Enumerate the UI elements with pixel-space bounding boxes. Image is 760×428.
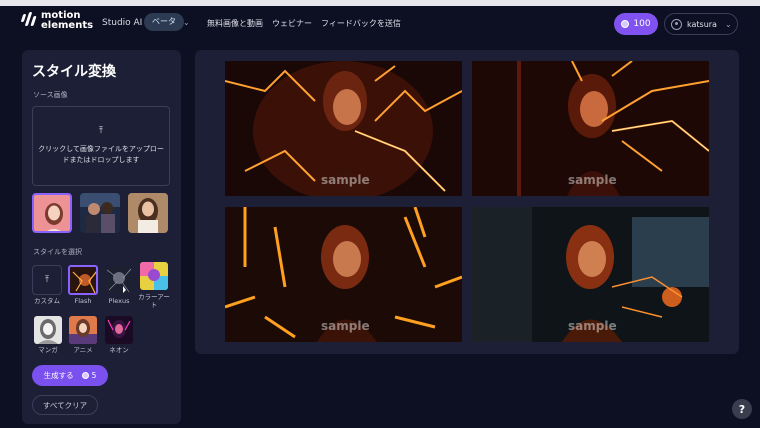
user-menu[interactable]: katsura ⌄ [664, 13, 738, 35]
motion-elements-logo[interactable]: motion elements [20, 11, 93, 31]
style-label-custom: カスタム [34, 297, 60, 305]
watermark-text: sample [321, 173, 370, 187]
select-style-label: スタイルを選択 [33, 248, 82, 256]
style-plexus[interactable] [105, 266, 133, 294]
source-thumb-woman[interactable] [128, 193, 168, 233]
coin-icon [81, 372, 89, 379]
upload-icon: ⤒ [45, 275, 49, 285]
upload-dropzone[interactable]: ⤒ クリックして画像ファイルをアップロードまたはドロップします [32, 106, 170, 186]
help-button[interactable]: ? [732, 399, 752, 419]
chevron-down-icon[interactable]: ⌄ [183, 18, 190, 27]
coin-icon [621, 20, 630, 28]
style-manga[interactable] [34, 316, 62, 344]
nav-free-images[interactable]: 無料画像と動画 [207, 18, 263, 29]
upload-instructions: クリックして画像ファイルをアップロードまたはドロップします [38, 145, 164, 164]
watermark-text: sample [568, 173, 617, 187]
style-label-flash: Flash [74, 297, 92, 305]
source-image-label: ソース画像 [33, 91, 68, 99]
credits-count: 100 [633, 19, 651, 29]
style-label-manga: マンガ [38, 346, 58, 354]
source-thumb-portrait[interactable] [32, 193, 72, 233]
nav-feedback[interactable]: フィードバックを送信 [321, 18, 401, 29]
logo-text: motion elements [41, 10, 94, 31]
result-image-3[interactable]: sample [225, 207, 462, 342]
generate-cost: 5 [91, 371, 97, 380]
app-name: Studio AI [102, 18, 143, 28]
page-title: スタイル変換 [32, 64, 116, 80]
style-label-plexus: Plexus [108, 297, 130, 305]
avatar [671, 18, 682, 30]
watermark-text: sample [321, 319, 370, 333]
clear-all-button[interactable]: すべてクリア [32, 395, 98, 415]
style-label-color-art: カラーアート [138, 293, 170, 309]
beta-badge[interactable]: ベータ [144, 13, 184, 31]
top-navigation-bar: motion elements Studio AI ベータ ⌄ 無料画像と動画 … [0, 6, 760, 42]
credits-button[interactable]: 100 [614, 13, 658, 35]
logo-mark-icon [20, 11, 38, 31]
style-flash[interactable] [68, 265, 98, 295]
style-transfer-panel: スタイル変換 ソース画像 ⤒ クリックして画像ファイルをアップロードまたはドロッ… [22, 50, 181, 424]
style-label-neon: ネオン [109, 346, 129, 354]
style-label-anime: アニメ [73, 346, 93, 354]
result-image-1[interactable]: sample [225, 61, 462, 196]
result-image-2[interactable]: sample [472, 61, 709, 196]
watermark-text: sample [568, 319, 617, 333]
username: katsura [687, 19, 717, 29]
style-anime[interactable] [69, 316, 97, 344]
style-custom-upload[interactable]: ⤒ [32, 265, 62, 295]
style-neon[interactable] [105, 316, 133, 344]
style-color-art[interactable] [140, 262, 168, 290]
upload-icon: ⤒ [99, 126, 103, 136]
generate-button[interactable]: 生成する 5 [32, 365, 108, 386]
generate-label: 生成する [43, 371, 74, 380]
result-image-4[interactable]: sample [472, 207, 709, 342]
chevron-down-icon: ⌄ [724, 19, 732, 29]
results-panel: sample sample sample sample [195, 50, 739, 354]
source-thumb-couple[interactable] [80, 193, 120, 233]
nav-webinar[interactable]: ウェビナー [272, 18, 312, 29]
